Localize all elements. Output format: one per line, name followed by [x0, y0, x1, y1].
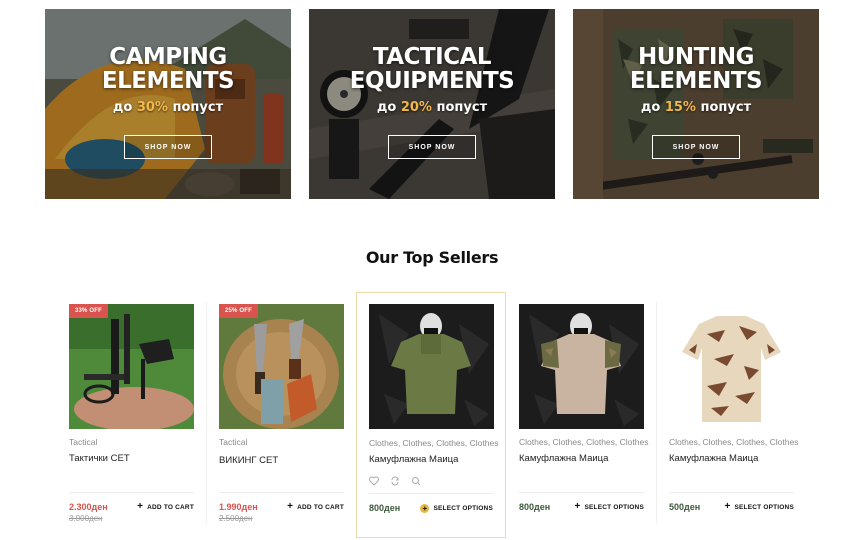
product-price: 800ден — [519, 502, 551, 512]
banner-camping[interactable]: CAMPING ELEMENTS до 30% попуст SHOP NOW — [45, 9, 291, 199]
product-old-price: 3.000ден — [69, 514, 103, 523]
product-price: 800ден — [369, 503, 401, 513]
banner-title: CAMPING ELEMENTS — [101, 44, 235, 94]
product-card[interactable]: Clothes, Clothes, Clothes, Clothes Камуф… — [356, 292, 506, 538]
product-card[interactable]: 25% OFF Tactical ВИКИНГ СЕТ 1.990ден 2.5… — [206, 292, 357, 538]
plus-icon: + — [137, 501, 144, 512]
search-icon[interactable] — [411, 473, 421, 486]
product-category[interactable]: Tactical — [219, 437, 349, 447]
product-old-price: 2.500ден — [219, 514, 253, 523]
shop-now-button[interactable]: SHOP NOW — [388, 135, 476, 159]
product-card[interactable]: Clothes, Clothes, Clothes, Clothes Камуф… — [656, 292, 806, 538]
product-card[interactable]: 33% OFF Tactical Тактички СЕТ 2.300ден 3… — [56, 292, 207, 538]
heart-icon[interactable] — [369, 473, 379, 486]
product-category[interactable]: Tactical — [69, 437, 199, 447]
product-quick-actions — [369, 473, 421, 486]
banner-promo: до 20% попуст — [376, 100, 488, 115]
product-price: 1.990ден — [219, 502, 258, 512]
product-name[interactable]: Тактички СЕТ — [69, 453, 199, 464]
sale-badge: 25% OFF — [219, 304, 258, 318]
shop-now-button[interactable]: SHOP NOW — [124, 135, 212, 159]
plus-icon: + — [574, 501, 581, 512]
banner-title: HUNTING ELEMENTS — [629, 44, 763, 94]
add-to-cart-button[interactable]: + ADD TO CART — [137, 501, 194, 512]
product-image[interactable]: 33% OFF — [69, 304, 194, 429]
product-image[interactable] — [519, 304, 644, 429]
product-name[interactable]: ВИКИНГ СЕТ — [219, 455, 349, 466]
banner-promo: до 15% попуст — [640, 100, 752, 115]
banner-hunting[interactable]: HUNTING ELEMENTS до 15% попуст SHOP NOW — [573, 9, 819, 199]
product-price: 500ден — [669, 502, 701, 512]
plus-icon: + — [420, 504, 430, 513]
select-options-button[interactable]: + SELECT OPTIONS — [724, 501, 794, 512]
banner-tactical[interactable]: TACTICAL EQUIPMENTS до 20% попуст SHOP N… — [309, 9, 555, 199]
product-image[interactable]: 25% OFF — [219, 304, 344, 429]
banner-promo: до 30% попуст — [112, 100, 224, 115]
product-price: 2.300ден — [69, 502, 108, 512]
product-category[interactable]: Clothes, Clothes, Clothes, Clothes — [369, 438, 499, 448]
product-card[interactable]: Clothes, Clothes, Clothes, Clothes Камуф… — [506, 292, 657, 538]
refresh-icon[interactable] — [390, 473, 400, 486]
product-name[interactable]: Камуфлажна Маица — [369, 454, 499, 465]
select-options-button[interactable]: + SELECT OPTIONS — [574, 501, 644, 512]
product-name[interactable]: Камуфлажна Маица — [519, 453, 649, 464]
product-name[interactable]: Камуфлажна Маица — [669, 453, 799, 464]
plus-icon: + — [287, 501, 294, 512]
plus-icon: + — [724, 501, 731, 512]
section-title: Our Top Sellers — [365, 248, 499, 267]
banner-title: TACTICAL EQUIPMENTS — [349, 44, 515, 94]
shop-now-button[interactable]: SHOP NOW — [652, 135, 740, 159]
sale-badge: 33% OFF — [69, 304, 108, 318]
product-image[interactable] — [369, 304, 494, 429]
select-options-button[interactable]: + SELECT OPTIONS — [420, 504, 493, 513]
product-image[interactable] — [669, 304, 794, 429]
add-to-cart-button[interactable]: + ADD TO CART — [287, 501, 344, 512]
product-category[interactable]: Clothes, Clothes, Clothes, Clothes — [669, 437, 799, 447]
product-category[interactable]: Clothes, Clothes, Clothes, Clothes — [519, 437, 649, 447]
